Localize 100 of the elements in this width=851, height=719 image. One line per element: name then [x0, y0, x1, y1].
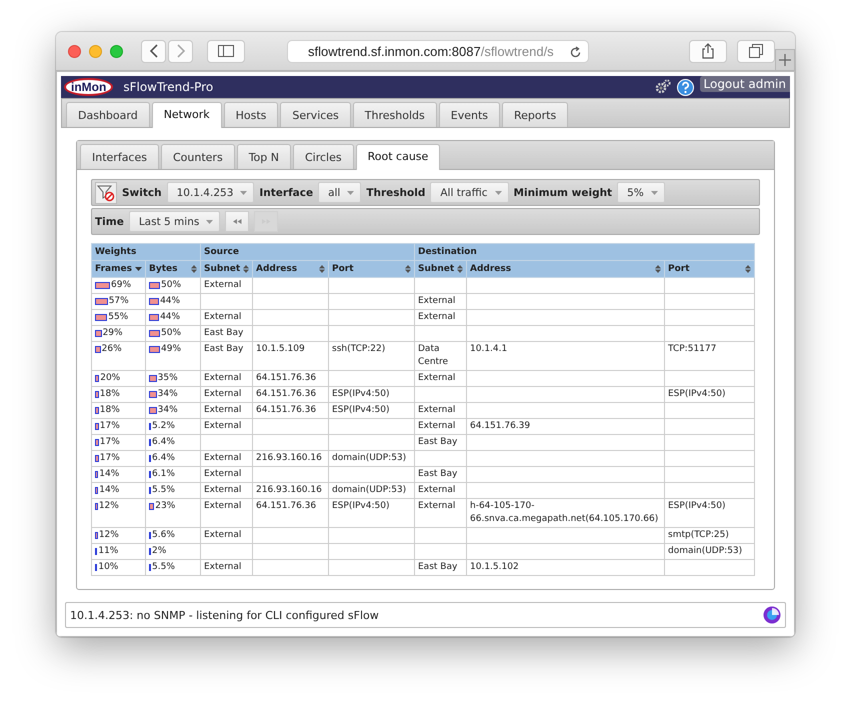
table-cell	[200, 294, 252, 310]
share-button[interactable]	[689, 40, 727, 62]
tab[interactable]: Hosts	[224, 102, 278, 127]
table-cell: External	[414, 294, 466, 310]
weight-cell: 69%	[92, 278, 146, 294]
table-cell: External	[200, 310, 252, 326]
table-cell: External	[200, 498, 252, 528]
weight-cell: 5.5%	[146, 560, 200, 576]
table-cell	[200, 544, 252, 560]
weight-cell: 29%	[92, 326, 146, 342]
gears-icon[interactable]	[654, 79, 670, 95]
clear-filter-button[interactable]	[95, 182, 117, 204]
table-cell: External	[200, 528, 252, 544]
new-tab-button[interactable]	[775, 49, 795, 71]
address-bar[interactable]: sflowtrend.sf.inmon.com:8087/sflowtrend/s	[287, 40, 589, 62]
table-cell: TCP:51177	[664, 342, 755, 370]
column-header[interactable]: Address	[252, 260, 328, 278]
tabs-icon	[749, 44, 763, 58]
sidebar-icon	[218, 45, 234, 57]
weight-cell: 14%	[92, 466, 146, 482]
table-cell: External	[200, 418, 252, 434]
filter-label: Interface	[259, 186, 314, 198]
tab[interactable]: Circles	[292, 144, 354, 169]
filter-label: Switch	[122, 186, 162, 198]
logout-button[interactable]: Logout admin	[700, 76, 790, 92]
column-header[interactable]: Port	[664, 260, 755, 278]
weight-cell: 6.1%	[146, 466, 200, 482]
weight-cell: 5.5%	[146, 482, 200, 498]
column-header[interactable]: Bytes	[146, 260, 200, 278]
close-button[interactable]	[68, 44, 81, 58]
weight-cell: 50%	[146, 278, 200, 294]
table-cell: domain(UDP:53)	[328, 482, 414, 498]
table-cell: 216.93.160.16	[252, 482, 328, 498]
weight-cell: 14%	[92, 482, 146, 498]
dropdown[interactable]: 10.1.4.253	[166, 182, 254, 203]
double-left-arrow-icon	[232, 219, 242, 224]
table-cell: 216.93.160.16	[252, 450, 328, 466]
table-cell: External	[414, 370, 466, 386]
previous-button[interactable]	[225, 211, 250, 232]
group-header: Destination	[414, 244, 755, 260]
column-header[interactable]: Subnet	[200, 260, 252, 278]
weight-cell: 49%	[146, 342, 200, 370]
tab[interactable]: Reports	[502, 102, 568, 127]
tab[interactable]: Counters	[160, 144, 235, 169]
tab[interactable]: Root cause	[356, 144, 440, 170]
weight-cell: 50%	[146, 326, 200, 342]
dropdown[interactable]: 5%	[617, 182, 665, 203]
weight-cell: 44%	[146, 294, 200, 310]
table-cell: ESP(IPv4:50)	[664, 498, 755, 528]
column-header[interactable]: Frames	[92, 260, 146, 278]
table-cell	[414, 544, 466, 560]
back-button[interactable]	[141, 40, 166, 62]
help-icon[interactable]	[676, 78, 694, 96]
tab[interactable]: Interfaces	[80, 144, 159, 169]
sidebar-button[interactable]	[207, 40, 245, 62]
tab[interactable]: Services	[280, 102, 351, 127]
column-header[interactable]: Port	[328, 260, 414, 278]
table-cell: ESP(IPv4:50)	[664, 386, 755, 402]
tab[interactable]: Thresholds	[352, 102, 437, 127]
tabs-button[interactable]	[737, 40, 775, 62]
table-cell: 10.1.5.102	[466, 560, 664, 576]
table-cell: ssh(TCP:22)	[328, 342, 414, 370]
column-header[interactable]: Address	[466, 260, 664, 278]
weight-cell: 18%	[92, 386, 146, 402]
filter-icon	[97, 184, 115, 202]
dropdown[interactable]: Last 5 mins	[128, 211, 220, 232]
table-cell: External	[414, 418, 466, 434]
tab[interactable]: Dashboard	[66, 102, 150, 127]
dropdown[interactable]: All traffic	[430, 182, 509, 203]
weight-cell: 26%	[92, 342, 146, 370]
weight-cell: 23%	[146, 498, 200, 528]
table-cell: External	[200, 450, 252, 466]
filter-label: Minimum weight	[514, 186, 612, 198]
table-cell: 64.151.76.36	[252, 402, 328, 418]
table-cell: 10.1.4.1	[466, 342, 664, 370]
table-cell: External	[414, 498, 466, 528]
tab[interactable]: Network	[152, 102, 222, 128]
weight-cell: 34%	[146, 402, 200, 418]
status-message: 10.1.4.253: no SNMP - listening for CLI configured sFlow	[70, 608, 379, 622]
table-cell: External	[200, 370, 252, 386]
weight-cell: 6.4%	[146, 450, 200, 466]
tab[interactable]: Events	[438, 102, 500, 127]
weight-cell: 34%	[146, 386, 200, 402]
chevron-right-icon	[176, 44, 186, 58]
dropdown[interactable]: all	[318, 182, 362, 203]
caret-icon	[494, 190, 502, 194]
weight-cell: 57%	[92, 294, 146, 310]
weight-cell: 20%	[92, 370, 146, 386]
weight-cell: 2%	[146, 544, 200, 560]
filter-label: Threshold	[366, 186, 426, 198]
column-header[interactable]: Subnet	[414, 260, 466, 278]
table-cell: External	[200, 482, 252, 498]
tab[interactable]: Top N	[236, 144, 291, 169]
table-cell	[414, 450, 466, 466]
table-cell: 64.151.76.36	[252, 386, 328, 402]
table-cell: 64.151.76.36	[252, 370, 328, 386]
caret-icon	[206, 220, 214, 224]
caret-icon	[650, 190, 658, 194]
weight-cell: 18%	[92, 402, 146, 418]
table-cell: East Bay	[200, 342, 252, 370]
